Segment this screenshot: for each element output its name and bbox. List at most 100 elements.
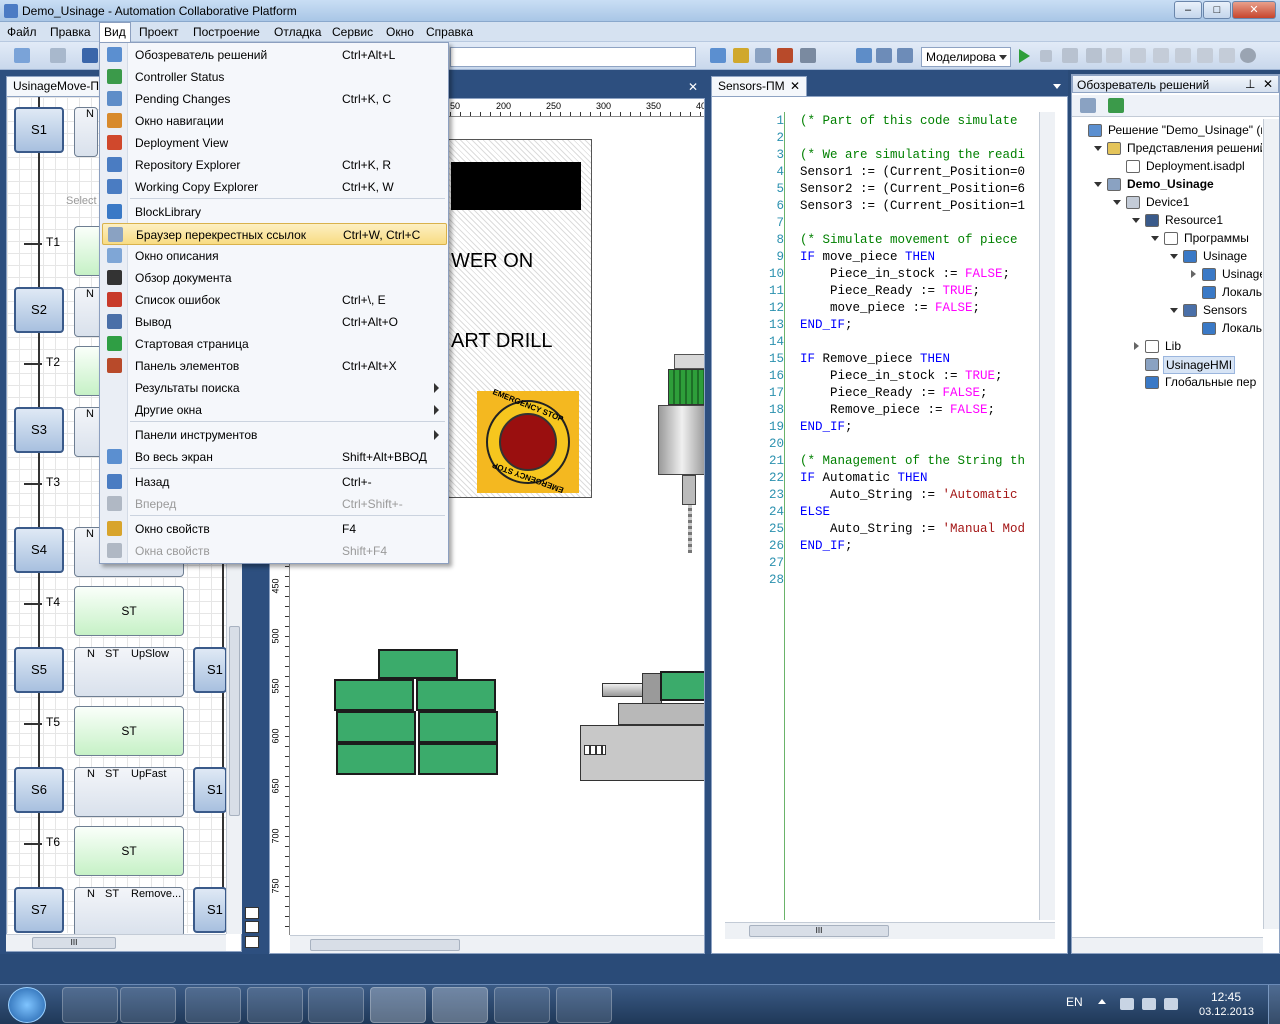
menu-item[interactable]: Окно навигации [102, 110, 447, 132]
code-line[interactable]: Sensor3 := (Current_Position=1 [800, 199, 1038, 213]
sfc-step[interactable]: S6 [14, 767, 64, 813]
action-center-icon[interactable] [1142, 998, 1156, 1010]
pin-icon[interactable]: ⊥ [1245, 77, 1255, 91]
sfc-st-block[interactable]: ST [74, 706, 184, 756]
menu-file[interactable]: Файл [7, 25, 37, 39]
tree-node-label[interactable]: Локальнь [1220, 284, 1262, 300]
tree-collapsed-icon[interactable] [1134, 342, 1139, 350]
panel-close-icon[interactable]: ✕ [1263, 77, 1273, 91]
menu-window[interactable]: Окно [386, 25, 414, 39]
show-desktop-button[interactable] [1268, 985, 1280, 1024]
sfc-step-right[interactable]: S1 [193, 767, 227, 813]
start-button[interactable] [8, 987, 46, 1023]
code-line[interactable]: Sensor2 := (Current_Position=6 [800, 182, 1038, 196]
editor-hscroll[interactable]: III [725, 922, 1055, 939]
taskbar-notes[interactable] [308, 987, 364, 1023]
tab-usinagemove[interactable]: UsinageMove-П [6, 76, 106, 96]
align-icon[interactable] [897, 48, 913, 63]
code-line[interactable]: Piece_Ready := FALSE; [800, 386, 1038, 400]
sfc-step-right[interactable]: S1 [193, 647, 227, 693]
menu-item[interactable]: Окно описания [102, 245, 447, 267]
tree-node-label[interactable]: Device1 [1144, 194, 1191, 210]
sfc-hscroll-thumb[interactable]: III [32, 937, 116, 949]
toolbox-tb-icon[interactable] [777, 48, 793, 63]
properties-tb-icon[interactable] [755, 48, 771, 63]
menu-project[interactable]: Проект [139, 25, 179, 39]
taskbar-internet-explorer[interactable] [185, 987, 241, 1023]
options-tb-icon[interactable] [800, 48, 816, 63]
tree-expanded-icon[interactable] [1094, 182, 1102, 187]
maximize-button[interactable]: □ [1203, 1, 1231, 19]
editor-hscroll-thumb[interactable]: III [749, 925, 889, 937]
tree-node-label[interactable]: Представления решений [1125, 140, 1262, 156]
menu-item[interactable]: Панели инструментов [102, 424, 447, 446]
menu-view[interactable]: Вид [99, 22, 131, 42]
code-line[interactable]: Piece_in_stock := FALSE; [800, 267, 1038, 281]
refresh-icon[interactable] [1108, 98, 1124, 113]
solution-hscroll[interactable] [1072, 937, 1263, 953]
menu-item[interactable]: BlockLibrary [102, 201, 447, 223]
zoom-in-icon[interactable] [245, 907, 259, 919]
taskbar-remote[interactable] [556, 987, 612, 1023]
sfc-step[interactable]: S3 [14, 407, 64, 453]
tool-b-icon[interactable] [1130, 48, 1146, 63]
step-over-icon[interactable] [1086, 48, 1102, 63]
tree-node-label[interactable]: Resource1 [1163, 212, 1225, 228]
code-line[interactable]: IF Automatic THEN [800, 471, 1038, 485]
editor-dropdown-icon[interactable] [1053, 84, 1061, 89]
stop-icon[interactable] [1040, 50, 1052, 62]
settings-gear-icon[interactable] [1240, 48, 1256, 63]
fit-view-icon[interactable] [245, 936, 259, 948]
menu-item[interactable]: Обозреватель решений Ctrl+Alt+L [102, 44, 447, 66]
menu-item[interactable]: Во весь экран Shift+Alt+ВВОД [102, 446, 447, 468]
tree-node-label[interactable]: Usinage [1201, 248, 1249, 264]
menu-item[interactable]: Панель элементов Ctrl+Alt+X [102, 355, 447, 377]
code-line[interactable]: move_piece := FALSE; [800, 301, 1038, 315]
grid-icon[interactable] [856, 48, 872, 63]
language-indicator[interactable]: EN [1066, 995, 1083, 1009]
tree-node-label[interactable]: Решение "Demo_Usinage" (пр [1106, 122, 1262, 138]
tree-node-label[interactable]: Sensors [1201, 302, 1249, 318]
volume-icon[interactable] [1164, 998, 1178, 1010]
menu-item[interactable]: Браузер перекрестных ссылок Ctrl+W, Ctrl+… [102, 223, 447, 245]
minimize-button[interactable]: – [1174, 1, 1202, 19]
tree-node-label[interactable]: Demo_Usinage [1125, 176, 1216, 192]
sfc-action-block[interactable]: N ST UpSlow [74, 647, 184, 697]
new-item-icon[interactable] [14, 48, 30, 63]
menu-item[interactable]: Working Copy Explorer Ctrl+K, W [102, 176, 447, 198]
toolbar-search-combo[interactable] [450, 47, 696, 67]
close-button[interactable]: ✕ [1232, 1, 1276, 19]
code-line[interactable]: (* Simulate movement of piece [800, 233, 1038, 247]
code-line[interactable]: Remove_piece := FALSE; [800, 403, 1038, 417]
hmi-hscroll-thumb[interactable] [310, 939, 460, 951]
run-icon[interactable] [1019, 49, 1030, 63]
menu-item[interactable]: Список ошибок Ctrl+\, E [102, 289, 447, 311]
menu-item[interactable]: Результаты поиска [102, 377, 447, 399]
solution-vscroll[interactable] [1263, 119, 1279, 929]
tray-arrow-icon[interactable] [1098, 999, 1106, 1004]
add-item-icon[interactable] [50, 48, 66, 63]
tree-expanded-icon[interactable] [1132, 218, 1140, 223]
menu-item[interactable]: Controller Status [102, 66, 447, 88]
simulation-mode-combo[interactable]: Моделирова [921, 47, 1011, 67]
hmi-hscroll[interactable] [290, 935, 704, 953]
menu-item[interactable]: Вывод Ctrl+Alt+O [102, 311, 447, 333]
tab-sensors[interactable]: Sensors-ПМ ✕ [711, 76, 807, 96]
layout-icon[interactable] [876, 48, 892, 63]
tree-collapsed-icon[interactable] [1191, 270, 1196, 278]
sfc-step[interactable]: S7 [14, 887, 64, 933]
code-line[interactable]: Piece_Ready := TRUE; [800, 284, 1038, 298]
menu-item[interactable]: Обзор документа [102, 267, 447, 289]
menu-service[interactable]: Сервис [332, 25, 373, 39]
tree-node-label[interactable]: Deployment.isadpl [1144, 158, 1247, 174]
sfc-step[interactable]: S4 [14, 527, 64, 573]
tree-expanded-icon[interactable] [1113, 200, 1121, 205]
tree-node-label[interactable]: Lib [1163, 338, 1183, 354]
menu-build[interactable]: Построение [193, 25, 260, 39]
code-line[interactable]: IF Remove_piece THEN [800, 352, 1038, 366]
find-icon[interactable] [710, 48, 726, 63]
code-line[interactable]: ELSE [800, 505, 1038, 519]
menu-item[interactable]: Окно свойств F4 [102, 518, 447, 540]
tab-sensors-close-icon[interactable]: ✕ [790, 79, 800, 93]
tree-expanded-icon[interactable] [1094, 146, 1102, 151]
